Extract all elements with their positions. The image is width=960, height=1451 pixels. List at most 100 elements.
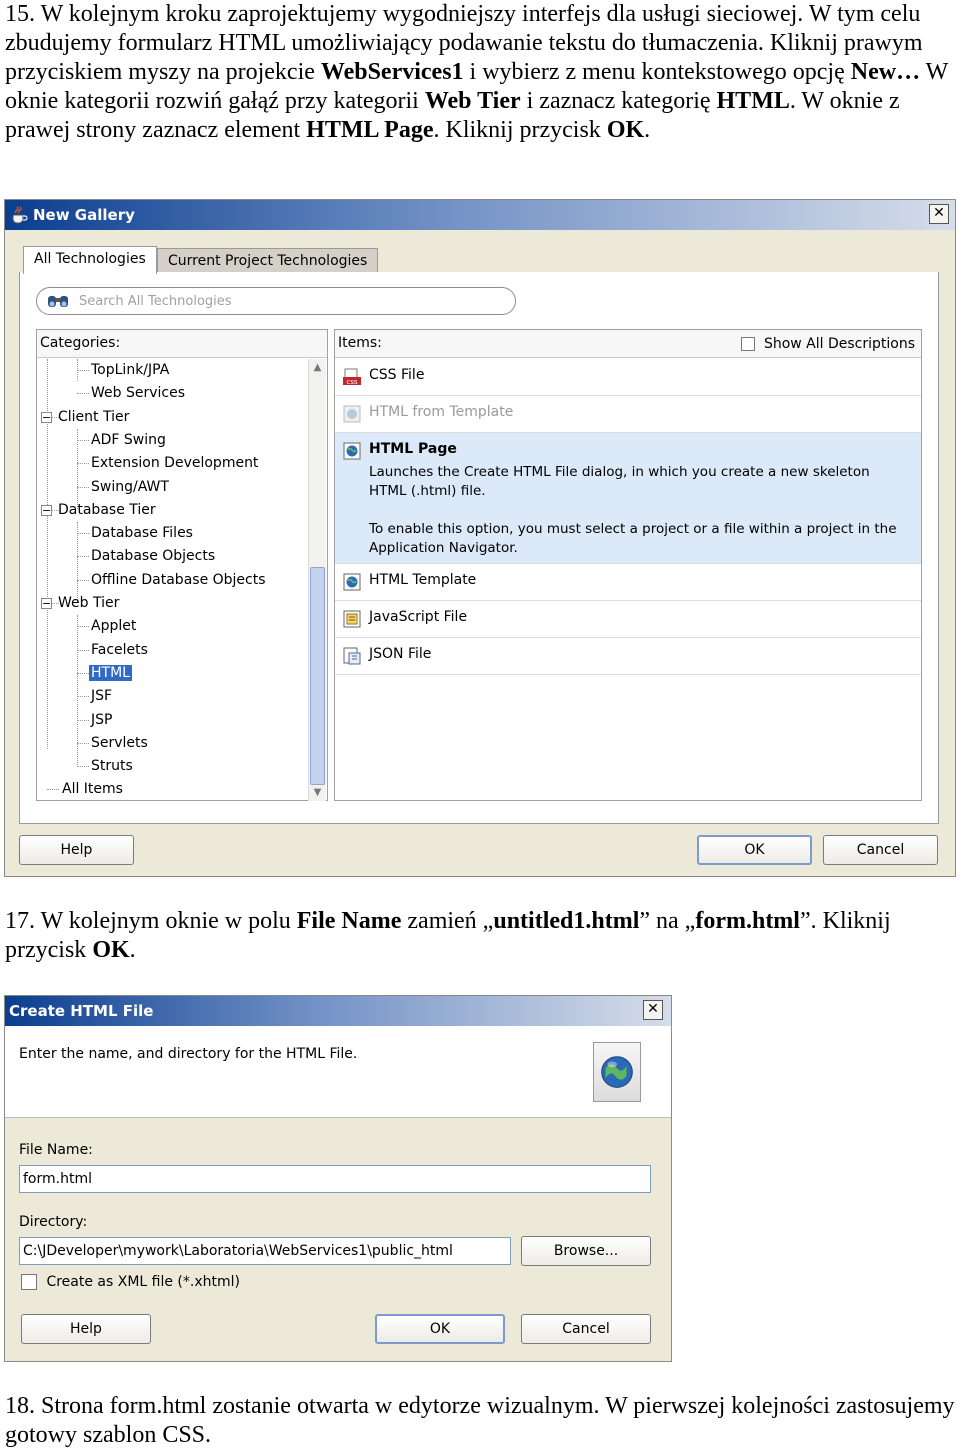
- tree-connector: [77, 487, 89, 488]
- new-gallery-title: New Gallery: [33, 206, 135, 224]
- tab-current-project-technologies[interactable]: Current Project Technologies: [157, 248, 379, 274]
- step-17-instruction: 17. W kolejnym oknie w polu File Name za…: [5, 908, 891, 963]
- tree-connector: [77, 393, 89, 394]
- item-description-line-2: To enable this option, you must select a…: [369, 521, 897, 556]
- json-file-icon: [343, 647, 361, 665]
- category-item[interactable]: − Client Tier: [41, 406, 131, 429]
- item-label: HTML Page: [369, 441, 457, 457]
- javascript-file-icon: [343, 610, 361, 628]
- help-button[interactable]: Help: [19, 835, 134, 865]
- category-item[interactable]: − Database Tier: [41, 499, 158, 522]
- collapse-toggle-icon[interactable]: −: [41, 504, 52, 516]
- scroll-up-icon[interactable]: ▲: [309, 359, 326, 376]
- show-all-descriptions-label: Show All Descriptions: [763, 336, 915, 352]
- create-as-xml-checkbox[interactable]: [21, 1274, 37, 1290]
- category-label: All Items: [62, 781, 123, 797]
- category-item[interactable]: ADF Swing: [89, 429, 168, 452]
- category-label: Database Tier: [58, 502, 156, 518]
- ok-button[interactable]: OK: [375, 1314, 505, 1344]
- item-css-file[interactable]: css CSS File: [335, 359, 921, 396]
- file-name-label: File Name:: [19, 1142, 93, 1158]
- category-item[interactable]: Offline Database Objects: [89, 569, 268, 592]
- file-name-input[interactable]: [19, 1165, 651, 1193]
- item-html-page[interactable]: HTML Page Launches the Create HTML File …: [335, 433, 921, 564]
- collapse-toggle-icon[interactable]: −: [41, 597, 52, 609]
- category-item[interactable]: Swing/AWT: [89, 476, 171, 499]
- item-javascript-file[interactable]: JavaScript File: [335, 601, 921, 638]
- html-template-icon: [343, 405, 361, 423]
- create-as-xml-toggle[interactable]: Create as XML file (*.xhtml): [21, 1274, 240, 1290]
- category-item[interactable]: JSP: [89, 709, 114, 732]
- help-button[interactable]: Help: [21, 1314, 151, 1344]
- close-icon[interactable]: ✕: [643, 1000, 663, 1020]
- category-item[interactable]: Servlets: [89, 732, 150, 755]
- new-gallery-titlebar[interactable]: New Gallery ✕: [5, 200, 955, 230]
- category-item[interactable]: Facelets: [89, 639, 150, 662]
- create-html-titlebar[interactable]: Create HTML File ✕: [5, 996, 671, 1026]
- cancel-button[interactable]: Cancel: [823, 835, 938, 865]
- jdeveloper-coffee-icon: [12, 206, 28, 224]
- items-panel: Items: Show All Descriptions css CSS Fil…: [334, 329, 922, 801]
- binoculars-icon: [48, 296, 68, 307]
- item-description-line-1: Launches the Create HTML File dialog, in…: [369, 464, 870, 499]
- category-label: Client Tier: [58, 409, 130, 425]
- create-html-title: Create HTML File: [9, 1002, 154, 1020]
- category-item[interactable]: TopLink/JPA: [89, 359, 171, 382]
- tree-guide-line: [77, 522, 78, 602]
- category-item[interactable]: Web Services: [89, 382, 187, 405]
- category-label: Servlets: [91, 735, 148, 751]
- tree-connector: [77, 626, 89, 627]
- create-html-description: Enter the name, and directory for the HT…: [19, 1046, 358, 1062]
- tab-all-technologies[interactable]: All Technologies: [23, 246, 157, 274]
- category-item[interactable]: JSF: [89, 685, 114, 708]
- tree-connector: [77, 720, 89, 721]
- directory-input[interactable]: [19, 1237, 511, 1265]
- item-label: HTML Template: [369, 572, 477, 588]
- item-description: Launches the Create HTML File dialog, in…: [369, 463, 909, 558]
- category-item[interactable]: All Items: [41, 778, 125, 801]
- category-item[interactable]: Database Objects: [89, 545, 217, 568]
- category-item[interactable]: Extension Development: [89, 452, 260, 475]
- tree-connector: [77, 463, 89, 464]
- item-html-from-template[interactable]: HTML from Template: [335, 396, 921, 433]
- tree-connector: [77, 650, 89, 651]
- category-label: Applet: [91, 618, 137, 634]
- category-item[interactable]: − Web Tier: [41, 592, 121, 615]
- ok-button[interactable]: OK: [697, 835, 812, 865]
- browse-button[interactable]: Browse...: [521, 1236, 651, 1266]
- item-json-file[interactable]: JSON File: [335, 638, 921, 675]
- tree-guide-line: [77, 429, 78, 509]
- html-page-icon: [343, 442, 361, 460]
- categories-scrollbar[interactable]: ▲ ▼: [308, 359, 326, 801]
- show-all-descriptions-checkbox[interactable]: [741, 337, 756, 351]
- category-label: Facelets: [91, 642, 148, 658]
- scroll-thumb[interactable]: [310, 567, 325, 785]
- tree-connector: [77, 743, 89, 744]
- category-item[interactable]: HTML: [89, 662, 132, 685]
- items-header-label: Items:: [338, 335, 382, 351]
- item-label: JSON File: [369, 646, 432, 662]
- all-technologies-panel: Categories: TopLink/JPAWeb Services−Clie…: [19, 272, 939, 824]
- category-item[interactable]: Database Files: [89, 522, 195, 545]
- category-item[interactable]: Applet: [89, 615, 138, 638]
- create-html-file-dialog: Create HTML File ✕ Enter the name, and d…: [4, 995, 672, 1362]
- step-18-instruction: 18. Strona form.html zostanie otwarta w …: [5, 1393, 955, 1448]
- tree-connector: [77, 696, 89, 697]
- scroll-down-icon[interactable]: ▼: [309, 784, 326, 801]
- close-icon[interactable]: ✕: [929, 204, 949, 224]
- category-label: Database Files: [91, 525, 193, 541]
- collapse-toggle-icon[interactable]: −: [41, 411, 52, 423]
- cancel-button[interactable]: Cancel: [521, 1314, 651, 1344]
- item-html-template[interactable]: HTML Template: [335, 564, 921, 601]
- tree-connector: [77, 673, 89, 674]
- search-input[interactable]: [77, 291, 497, 311]
- category-label: Swing/AWT: [91, 479, 169, 495]
- category-item[interactable]: Struts: [89, 755, 135, 778]
- show-all-descriptions-toggle[interactable]: Show All Descriptions: [741, 336, 915, 352]
- category-label: Struts: [91, 758, 133, 774]
- directory-label: Directory:: [19, 1214, 88, 1230]
- css-file-icon: css: [343, 368, 361, 386]
- svg-text:css: css: [346, 378, 357, 386]
- search-field[interactable]: [36, 287, 516, 315]
- categories-tree: TopLink/JPA Web Services − Client Tier ADF S…: [37, 359, 307, 801]
